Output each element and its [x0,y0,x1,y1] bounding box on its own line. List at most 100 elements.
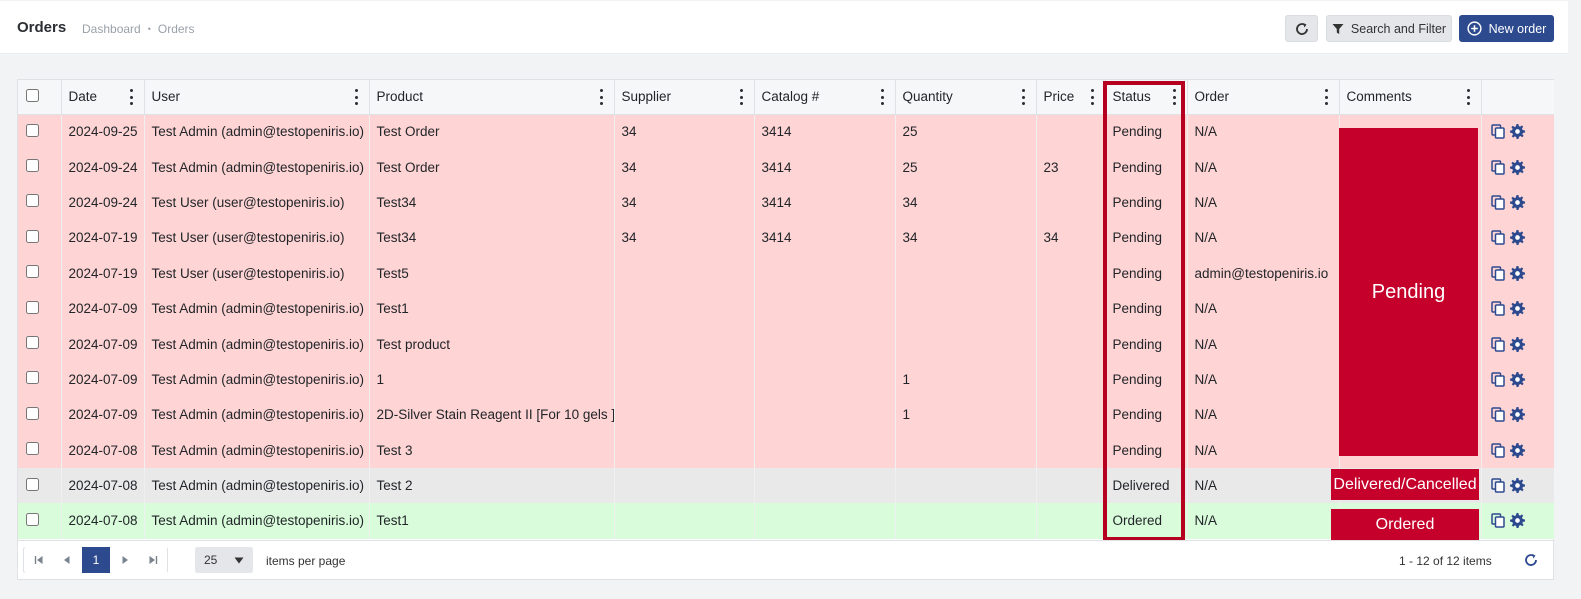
copy-icon[interactable] [1490,301,1505,316]
actions-cell [1480,432,1554,468]
table-row[interactable]: 2024-07-09 Test Admin (admin@testopeniris… [18,290,1554,327]
column-menu-icon[interactable] [1091,89,1095,105]
actions-cell [1480,326,1554,362]
header-user[interactable]: User [143,80,369,115]
select-all-checkbox[interactable] [26,88,39,102]
row-checkbox[interactable] [26,336,39,350]
breadcrumb: Dashboard • Orders [82,22,195,36]
row-checkbox[interactable] [26,194,39,208]
order-cell: N/A [1186,149,1339,185]
table-row[interactable]: 2024-07-19 Test User (user@testopeniris.i… [18,220,1554,256]
column-menu-icon[interactable] [1467,89,1471,105]
table-row[interactable]: 2024-09-24 Test Admin (admin@testopeniris… [18,149,1554,185]
header-status[interactable]: Status [1104,80,1187,115]
row-checkbox[interactable] [26,406,39,420]
prev-page-button[interactable] [53,547,81,573]
copy-icon[interactable] [1490,124,1505,140]
column-menu-icon[interactable] [130,89,134,105]
first-page-button[interactable] [25,547,53,573]
date-cell: 2024-07-08 [60,467,144,504]
last-page-icon [149,556,158,564]
quantity-cell: 25 [894,149,1036,185]
column-menu-icon[interactable] [881,89,885,105]
copy-icon[interactable] [1490,407,1505,423]
row-checkbox[interactable] [26,229,39,243]
column-menu-icon[interactable] [355,89,359,105]
table-row[interactable]: 2024-09-25 Test Admin (admin@testopeniris… [18,114,1554,150]
copy-icon[interactable] [1490,266,1505,281]
table-row[interactable]: 2024-07-08 Test Admin (admin@testopeniris… [18,432,1554,468]
header-supplier[interactable]: Supplier [613,80,754,115]
table-row[interactable]: 2024-07-09 Test Admin (admin@testopeniris… [18,361,1554,398]
copy-icon[interactable] [1490,195,1505,210]
copy-icon[interactable] [1490,442,1505,458]
column-menu-icon[interactable] [740,89,744,105]
next-page-button[interactable] [111,547,139,573]
pager-refresh-button[interactable] [1523,552,1539,571]
breadcrumb-dashboard[interactable]: Dashboard [82,22,141,36]
current-page-button[interactable]: 1 [82,547,110,573]
page-size-select[interactable]: 25 [195,547,253,573]
column-menu-icon[interactable] [1173,89,1177,105]
column-menu-icon[interactable] [1325,89,1329,105]
gear-icon[interactable] [1509,301,1525,317]
search-filter-button[interactable]: Search and Filter [1326,15,1452,42]
product-cell: Test5 [368,255,614,291]
row-checkbox[interactable] [26,371,39,385]
copy-icon[interactable] [1490,336,1505,352]
row-checkbox[interactable] [26,300,39,314]
copy-icon[interactable] [1490,478,1505,493]
gear-icon[interactable] [1509,336,1525,352]
row-checkbox[interactable] [26,265,39,279]
select-cell [18,255,61,291]
price-cell [1035,290,1105,327]
gear-icon[interactable] [1509,513,1525,529]
gear-icon[interactable] [1509,371,1525,387]
table-row[interactable]: 2024-07-09 Test Admin (admin@testopeniris… [18,326,1554,362]
header-catalog[interactable]: Catalog # [753,80,895,115]
copy-icon[interactable] [1490,513,1505,529]
refresh-button[interactable] [1285,15,1318,42]
header-order[interactable]: Order [1186,80,1339,115]
catalog-cell: 3414 [753,184,895,221]
gear-icon[interactable] [1509,478,1525,494]
row-checkbox[interactable] [26,512,39,526]
header-price[interactable]: Price [1035,80,1105,115]
copy-icon[interactable] [1490,159,1505,175]
header-quantity[interactable]: Quantity [894,80,1036,115]
header-status-label: Status [1112,89,1151,105]
row-checkbox[interactable] [26,123,39,137]
supplier-cell: 34 [613,184,754,221]
gear-icon[interactable] [1509,265,1525,281]
copy-icon[interactable] [1490,230,1505,246]
header-product[interactable]: Product [368,80,614,115]
actions-cell [1480,503,1554,539]
header-date[interactable]: Date [60,80,144,115]
table-row[interactable]: 2024-07-19 Test User (user@testopeniris.i… [18,255,1554,291]
column-menu-icon[interactable] [1022,89,1026,105]
table-row[interactable]: 2024-09-24 Test User (user@testopeniris.i… [18,184,1554,221]
table-row[interactable]: 2024-07-09 Test Admin (admin@testopeniris… [18,397,1554,433]
row-checkbox[interactable] [26,442,39,456]
gear-icon[interactable] [1509,407,1525,423]
new-order-button[interactable]: New order [1459,15,1554,42]
user-cell: Test Admin (admin@testopeniris.io) [143,467,369,504]
table-row[interactable]: 2024-07-08 Test Admin (admin@testopeniris… [18,503,1554,539]
gear-icon[interactable] [1509,442,1525,458]
next-page-icon [122,556,128,564]
gear-icon[interactable] [1509,124,1525,140]
date-cell: 2024-09-24 [60,184,144,221]
gear-icon[interactable] [1509,230,1525,246]
gear-icon[interactable] [1509,194,1525,210]
header-comments[interactable]: Comments [1338,80,1481,115]
gear-icon[interactable] [1509,159,1525,175]
items-per-page-label: items per page [266,554,346,568]
column-menu-icon[interactable] [600,89,604,105]
copy-icon[interactable] [1490,372,1505,387]
pager: 1 25 items per page 1 - 12 of 12 items [18,540,1553,579]
row-checkbox[interactable] [26,477,39,491]
last-page-button[interactable] [139,547,167,573]
table-row[interactable]: 2024-07-08 Test Admin (admin@testopeniris… [18,467,1554,504]
row-checkbox[interactable] [26,159,39,173]
price-cell [1035,397,1105,433]
